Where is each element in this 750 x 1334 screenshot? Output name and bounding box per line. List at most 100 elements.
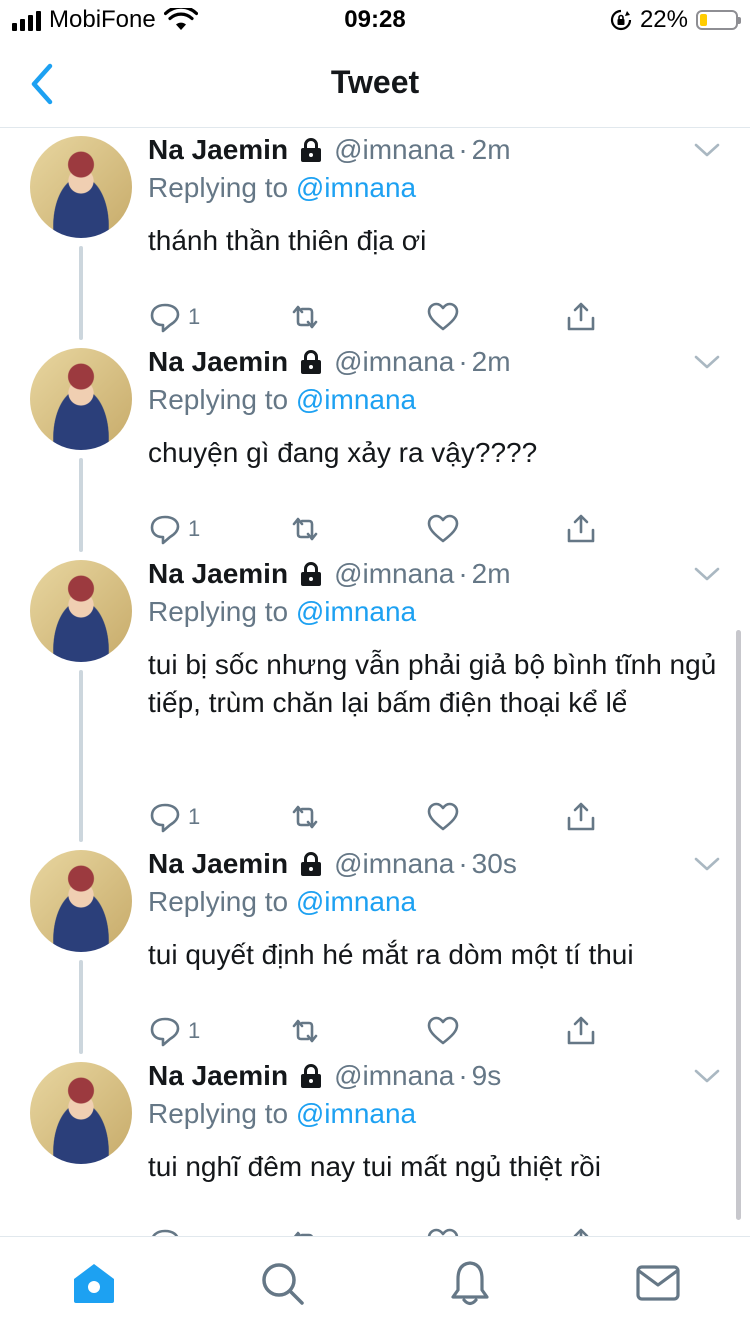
share-button[interactable] bbox=[564, 300, 598, 334]
thread-connector-line bbox=[79, 246, 83, 340]
tweet-header: Na Jaemin @imnana · 30s bbox=[148, 848, 517, 880]
user-handle[interactable]: @imnana bbox=[334, 1060, 454, 1092]
protected-lock-icon bbox=[301, 852, 322, 876]
mention-link[interactable]: @imnana bbox=[296, 886, 416, 917]
home-icon bbox=[74, 1264, 114, 1303]
separator-dot: · bbox=[458, 848, 468, 879]
reply-count: 1 bbox=[188, 1018, 201, 1043]
reply-button[interactable]: 1 bbox=[148, 800, 200, 834]
replying-to-label: Replying to bbox=[148, 172, 289, 203]
chevron-down-icon[interactable] bbox=[694, 566, 720, 582]
tweet[interactable]: Na Jaemin @imnana · 30s Replying to @imnana t… bbox=[0, 842, 750, 1054]
tab-home[interactable] bbox=[70, 1259, 118, 1307]
mention-link[interactable]: @imnana bbox=[296, 172, 416, 203]
reply-count: 1 bbox=[188, 516, 201, 541]
protected-lock-icon bbox=[301, 350, 322, 374]
chevron-down-icon[interactable] bbox=[694, 1068, 720, 1084]
share-button[interactable] bbox=[564, 1226, 598, 1236]
replying-to-label: Replying to bbox=[148, 596, 289, 627]
avatar[interactable] bbox=[30, 560, 132, 662]
retweet-icon bbox=[293, 1231, 313, 1236]
avatar[interactable] bbox=[30, 850, 132, 952]
user-handle[interactable]: @imnana bbox=[334, 558, 454, 590]
replying-to: Replying to @imnana bbox=[148, 596, 416, 628]
tab-messages[interactable] bbox=[634, 1259, 682, 1307]
retweet-button[interactable] bbox=[288, 1014, 322, 1048]
status-bar: MobiFone 09:28 22% bbox=[0, 0, 750, 40]
reply-button[interactable] bbox=[148, 1226, 188, 1236]
tweet-thread[interactable]: Na Jaemin @imnana · 2m Replying to @imnana th… bbox=[0, 128, 750, 1236]
reply-button[interactable]: 1 bbox=[148, 1014, 200, 1048]
retweet-button[interactable] bbox=[288, 800, 322, 834]
mention-link[interactable]: @imnana bbox=[296, 384, 416, 415]
tweet[interactable]: Na Jaemin @imnana · 2m Replying to @imnana tu… bbox=[0, 552, 750, 842]
share-icon bbox=[567, 302, 595, 331]
like-button[interactable] bbox=[426, 800, 460, 834]
retweet-button[interactable] bbox=[288, 300, 322, 334]
retweet-icon bbox=[292, 1019, 318, 1043]
share-button[interactable] bbox=[564, 800, 598, 834]
tweet-time: 9s bbox=[471, 1060, 502, 1091]
replying-to: Replying to @imnana bbox=[148, 384, 416, 416]
tweet-actions: 1 bbox=[148, 800, 608, 836]
like-heart-icon bbox=[427, 802, 459, 831]
chevron-down-icon[interactable] bbox=[694, 354, 720, 370]
user-handle[interactable]: @imnana bbox=[334, 134, 454, 166]
protected-lock-icon bbox=[301, 562, 322, 586]
like-button[interactable] bbox=[426, 512, 460, 546]
like-heart-icon bbox=[427, 302, 459, 331]
share-icon bbox=[567, 802, 595, 831]
display-name[interactable]: Na Jaemin bbox=[148, 558, 288, 590]
replying-to-label: Replying to bbox=[148, 886, 289, 917]
reply-button[interactable]: 1 bbox=[148, 512, 200, 546]
display-name[interactable]: Na Jaemin bbox=[148, 134, 288, 166]
reply-icon bbox=[150, 303, 180, 333]
retweet-button[interactable] bbox=[288, 1226, 322, 1236]
tweet-header: Na Jaemin @imnana · 9s bbox=[148, 1060, 501, 1092]
tweet-text: chuyện gì đang xảy ra vậy???? bbox=[148, 437, 538, 468]
avatar[interactable] bbox=[30, 348, 132, 450]
like-button[interactable] bbox=[426, 1226, 460, 1236]
like-heart-icon bbox=[427, 1016, 459, 1045]
separator-dot: · bbox=[458, 134, 468, 165]
display-name[interactable]: Na Jaemin bbox=[148, 346, 288, 378]
battery-level bbox=[700, 14, 707, 26]
display-name[interactable]: Na Jaemin bbox=[148, 1060, 288, 1092]
tab-search[interactable] bbox=[258, 1259, 306, 1307]
tweet[interactable]: Na Jaemin @imnana · 2m Replying to @imnana ch… bbox=[0, 340, 750, 552]
tab-bar bbox=[0, 1236, 750, 1334]
tab-notifications[interactable] bbox=[446, 1259, 494, 1307]
replying-to-label: Replying to bbox=[148, 384, 289, 415]
replying-to-label: Replying to bbox=[148, 1098, 289, 1129]
search-icon bbox=[262, 1263, 304, 1305]
share-button[interactable] bbox=[564, 1014, 598, 1048]
display-name[interactable]: Na Jaemin bbox=[148, 848, 288, 880]
share-button[interactable] bbox=[564, 512, 598, 546]
user-handle[interactable]: @imnana bbox=[334, 346, 454, 378]
avatar[interactable] bbox=[30, 136, 132, 238]
tweet-text: tui quyết định hé mắt ra dòm một tí thui bbox=[148, 939, 634, 970]
chevron-down-icon[interactable] bbox=[694, 856, 720, 872]
reply-icon bbox=[152, 1229, 179, 1236]
separator-dot: · bbox=[458, 346, 468, 377]
scrollbar[interactable] bbox=[736, 630, 741, 1220]
protected-lock-icon bbox=[301, 1064, 322, 1088]
like-button[interactable] bbox=[426, 1014, 460, 1048]
chevron-down-icon[interactable] bbox=[694, 142, 720, 158]
battery-percent: 22% bbox=[639, 6, 688, 33]
retweet-button[interactable] bbox=[288, 512, 322, 546]
mention-link[interactable]: @imnana bbox=[296, 1098, 416, 1129]
reply-button[interactable]: 1 bbox=[148, 300, 200, 334]
rotation-lock-icon bbox=[610, 9, 632, 31]
tweet[interactable]: Na Jaemin @imnana · 2m Replying to @imnana th… bbox=[0, 128, 750, 340]
tweet-actions: 1 bbox=[148, 512, 608, 548]
mention-link[interactable]: @imnana bbox=[296, 596, 416, 627]
share-icon bbox=[573, 1228, 589, 1236]
avatar[interactable] bbox=[30, 1062, 132, 1164]
tweet-time: 2m bbox=[471, 346, 511, 377]
user-handle[interactable]: @imnana bbox=[334, 848, 454, 880]
page-title: Tweet bbox=[330, 64, 420, 100]
tweet[interactable]: Na Jaemin @imnana · 9s Replying to @imnana tu… bbox=[0, 1054, 750, 1236]
like-button[interactable] bbox=[426, 300, 460, 334]
separator-dot: · bbox=[458, 1060, 468, 1091]
